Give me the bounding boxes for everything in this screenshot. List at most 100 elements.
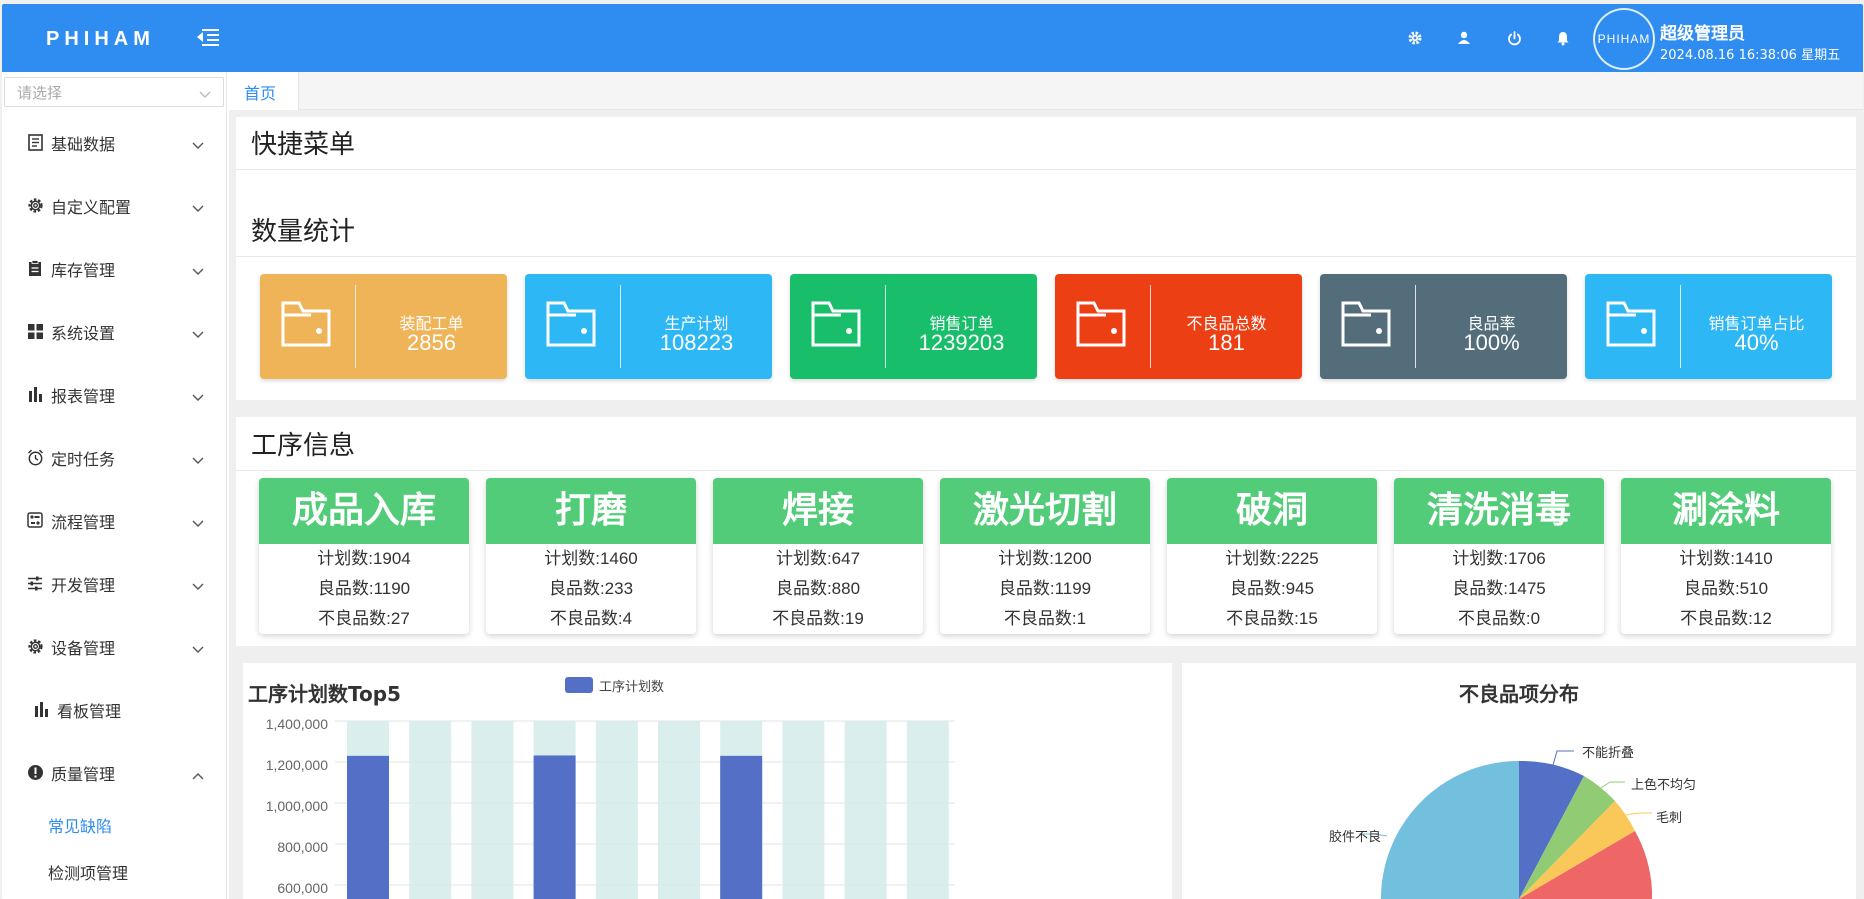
process-name: 成品入库 [259,478,469,544]
process-plan-count: 计划数:2225 [1225,549,1319,568]
pie-label: 上色不均匀 [1631,778,1697,793]
stat-card-yield-rate[interactable]: 良品率 100% [1320,274,1567,379]
wallet-icon [281,301,331,347]
process-card-finished-goods-storage[interactable]: 成品入库 计划数:1904 良品数:1190 不良品数:27 [259,478,469,634]
tab-bar: 首页 [229,72,1863,110]
stat-value: 2856 [407,330,456,355]
sidebar-subitem-common-defects[interactable]: 常见缺陷 [2,805,227,845]
sidebar-item-custom-config[interactable]: 自定义配置 [2,175,227,238]
process-good-count: 良品数:233 [548,579,634,598]
process-card-punching[interactable]: 破洞 计划数:2225 良品数:945 不良品数:15 [1167,478,1377,634]
user-icon[interactable] [1454,28,1474,48]
sidebar-item-label: 流程管理 [51,513,116,532]
process-good-count: 良品数:510 [1683,579,1769,598]
sidebar-item-label: 基础数据 [51,135,116,154]
power-icon[interactable] [1504,28,1524,48]
sidebar: 请选择 基础数据 自定义配置 库存管理 系统设置 报表管理 定时任务 流程管理 … [2,72,227,899]
tab-home[interactable]: 首页 [229,72,299,110]
process-good-count: 良品数:1199 [998,579,1092,598]
process-good-count: 良品数:1475 [1452,579,1546,598]
y-tick-label: 800,000 [277,839,328,855]
category-band [844,721,887,899]
pie-label: 毛刺 [1656,811,1683,826]
select-placeholder: 请选择 [17,84,63,102]
sidebar-item-label: 看板管理 [57,702,122,721]
app-logo: PHIHAM [46,28,155,50]
stat-card-assembly-orders[interactable]: 装配工单 2856 [260,274,507,379]
grid-icon [26,322,44,340]
app-window: PHIHAM PHIHAM 超级管理员 2024.08.16 16:38:06 … [2,4,1863,899]
chevron-down-icon [192,513,204,532]
sidebar-item-system-settings[interactable]: 系统设置 [2,301,227,364]
sidebar-item-label: 自定义配置 [51,198,132,217]
process-card-grinding[interactable]: 打磨 计划数:1460 良品数:233 不良品数:4 [486,478,696,634]
gear-icon [26,637,44,655]
process-card-welding[interactable]: 焊接 计划数:647 良品数:880 不良品数:19 [713,478,923,634]
sidebar-item-basic-data[interactable]: 基础数据 [2,112,227,175]
bar[interactable] [533,755,576,899]
process-card-cleaning[interactable]: 清洗消毒 计划数:1706 良品数:1475 不良品数:0 [1394,478,1604,634]
sidebar-item-inventory[interactable]: 库存管理 [2,238,227,301]
clipboard-icon [26,259,44,277]
username-label[interactable]: 超级管理员 [1660,19,1745,44]
process-card-laser-cutting[interactable]: 激光切割 计划数:1200 良品数:1199 不良品数:1 [940,478,1150,634]
bar[interactable] [720,755,763,899]
menu-toggle-icon[interactable] [197,28,219,48]
stat-card-sales-orders[interactable]: 销售订单 1239203 [790,274,1037,379]
sidebar-item-label: 质量管理 [51,765,116,784]
chevron-down-icon [192,576,204,595]
sidebar-item-development[interactable]: 开发管理 [2,553,227,616]
category-band [782,721,825,899]
chevron-down-icon [199,85,211,103]
category-band [595,721,638,899]
y-tick-label: 1,400,000 [265,716,328,732]
divider [236,470,1856,471]
shortcut-menu-title: 快捷菜单 [251,130,356,160]
sidebar-item-reports[interactable]: 报表管理 [2,364,227,427]
y-tick-label: 1,200,000 [265,757,328,773]
chevron-down-icon [192,450,204,469]
sidebar-item-dashboard[interactable]: 看板管理 [2,679,227,742]
category-band [906,721,949,899]
wallet-icon [1076,301,1126,347]
stat-value: 100% [1463,330,1520,355]
process-name: 破洞 [1167,478,1377,544]
flow-icon [26,511,44,529]
sidebar-subitem-inspection-items[interactable]: 检测项管理 [2,852,227,892]
menu-search-select[interactable]: 请选择 [4,77,224,107]
sidebar-item-equipment[interactable]: 设备管理 [2,616,227,679]
avatar[interactable]: PHIHAM [1593,8,1655,70]
bar-chart-icon [32,700,50,718]
legend-label: 工序计划数 [599,680,665,695]
legend-swatch[interactable] [565,677,593,693]
category-band [658,721,700,899]
y-tick-label: 600,000 [277,880,328,896]
sidebar-item-label: 开发管理 [51,576,116,595]
bar-chart-title: 工序计划数Top5 [248,682,401,706]
sidebar-item-label: 报表管理 [51,387,116,406]
category-band [409,721,452,899]
sidebar-item-label: 库存管理 [51,261,116,280]
settings-gear-icon[interactable] [1405,28,1425,48]
process-card-coating[interactable]: 涮涂料 计划数:1410 良品数:510 不良品数:12 [1621,478,1831,634]
pie-slice-glue-defect[interactable] [1381,761,1519,899]
alarm-clock-icon [26,448,44,466]
bar[interactable] [347,755,389,899]
bell-icon[interactable] [1553,28,1573,48]
stat-card-production-plans[interactable]: 生产计划 108223 [525,274,772,379]
process-defect-count: 不良品数:19 [772,609,864,628]
wallet-icon [811,301,861,347]
pie-label: 不能折叠 [1582,746,1635,761]
y-tick-label: 1,000,000 [265,798,328,814]
process-good-count: 良品数:945 [1229,579,1315,598]
stat-value: 108223 [659,330,734,355]
sidebar-item-quality[interactable]: 质量管理 [2,742,227,805]
process-good-count: 良品数:880 [775,579,861,598]
process-defect-count: 不良品数:4 [549,609,633,628]
sliders-icon [26,574,44,592]
sidebar-item-workflow[interactable]: 流程管理 [2,490,227,553]
document-icon [26,133,44,151]
sidebar-item-scheduled-tasks[interactable]: 定时任务 [2,427,227,490]
stat-card-defect-total[interactable]: 不良品总数 181 [1055,274,1302,379]
stat-card-sales-order-ratio[interactable]: 销售订单占比 40% [1585,274,1832,379]
